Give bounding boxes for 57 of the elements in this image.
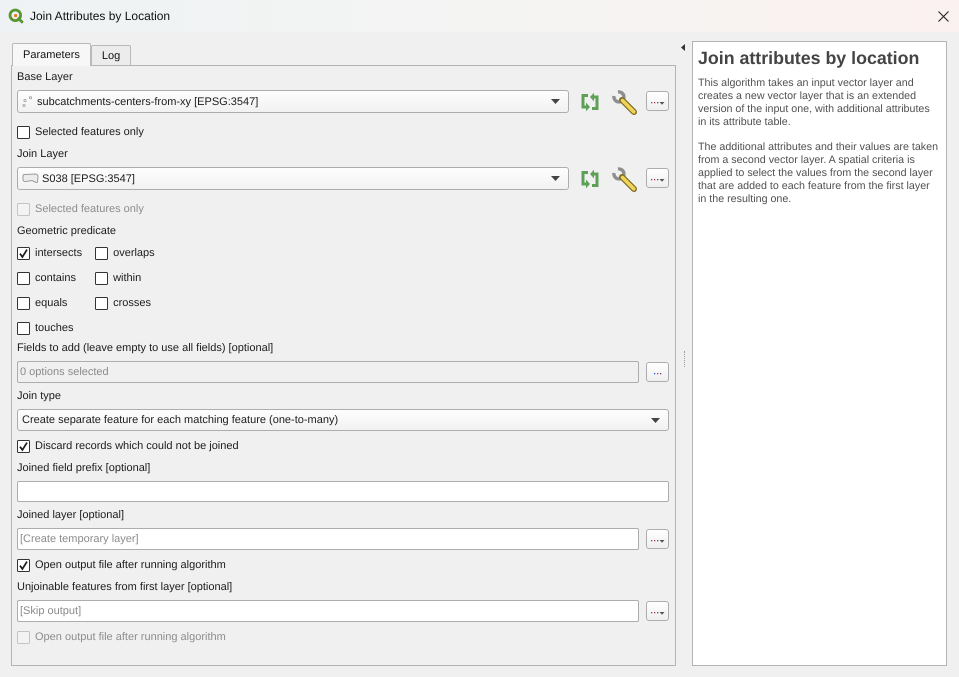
caret-icon — [551, 99, 560, 104]
parameter-label: Unjoinable features from first layer [optional] — [17, 580, 234, 594]
text-input-field[interactable] — [17, 481, 670, 502]
checkbox-option[interactable]: within — [95, 269, 155, 287]
tab[interactable]: Log — [90, 45, 132, 65]
checkbox-icon[interactable] — [17, 272, 30, 284]
browse-button[interactable] — [646, 168, 670, 188]
checkbox-icon[interactable] — [17, 296, 30, 310]
checkbox-option[interactable]: contains — [17, 269, 82, 287]
checkbox-icon[interactable] — [17, 440, 30, 452]
browse-button[interactable] — [646, 601, 670, 621]
output-path-field[interactable]: [Create temporary layer] — [17, 528, 640, 550]
polygon-layer-icon — [22, 173, 39, 184]
wrench-icon[interactable] — [612, 167, 638, 192]
parameter-label: Join type — [17, 389, 62, 403]
checkbox-option[interactable]: Open output file after running algorithm — [17, 556, 670, 574]
checkbox-option[interactable]: Discard records which could not be joined — [17, 437, 670, 455]
checkbox-icon[interactable] — [17, 558, 30, 572]
checkbox-icon[interactable] — [95, 296, 108, 310]
layer-combo[interactable]: S038 [EPSG:3547] — [17, 167, 570, 190]
parameter-label: Geometric predicate — [17, 224, 118, 238]
join-type-combo[interactable]: Create separate feature for each matching feature (one-to-many) — [17, 409, 670, 431]
checkbox-option[interactable]: overlaps — [95, 244, 155, 262]
checkbox-icon[interactable] — [95, 246, 108, 260]
checkbox-icon[interactable] — [95, 272, 108, 284]
checkbox-option[interactable]: touches — [17, 319, 82, 337]
browse-button[interactable] — [646, 91, 670, 111]
browse-button[interactable] — [646, 529, 670, 549]
layer-combo[interactable]: subcatchments-centers-from-xy [EPSG:3547] — [17, 90, 570, 113]
parameter-label: Base Layer — [17, 70, 74, 84]
checkbox-option[interactable]: intersects — [17, 244, 82, 262]
checkbox-icon[interactable] — [17, 246, 30, 260]
help-title: Join attributes by location — [698, 47, 920, 69]
help-paragraph: The additional attributes and their values are taken from a second vector layer. A spatial criteria is applied to select the values from the second layer that are added to each feature from the first layer in the resulting one. — [698, 141, 940, 206]
app-logo-icon — [8, 8, 24, 24]
splitter-handle[interactable] — [684, 350, 685, 366]
cycle-arrows-icon[interactable] — [579, 92, 602, 112]
parameter-label: Fields to add (leave empty to use all fields) [optional] — [17, 341, 274, 355]
parameter-label: Joined field prefix [optional] — [17, 461, 152, 475]
help-paragraph: This algorithm takes an input vector layer and creates a new vector layer that is an extended version of the input one, with additional attributes in its attribute table. — [698, 77, 931, 129]
checkbox-option[interactable]: Selected features only — [17, 123, 670, 141]
checkbox-option[interactable]: equals — [17, 294, 82, 312]
parameter-label: Joined layer [optional] — [17, 508, 126, 522]
window-title: Join Attributes by Location — [30, 9, 172, 23]
collapse-arrow-icon[interactable] — [680, 44, 685, 51]
parameter-label: Join Layer — [17, 147, 69, 161]
caret-icon — [551, 176, 560, 181]
point-layer-icon — [22, 96, 34, 108]
close-icon[interactable] — [938, 10, 949, 22]
checkbox-icon[interactable] — [17, 322, 30, 334]
caret-icon — [651, 418, 660, 422]
checkbox-option[interactable]: crosses — [95, 294, 155, 312]
wrench-icon[interactable] — [612, 90, 638, 115]
checkbox-icon[interactable] — [17, 126, 30, 138]
tab[interactable]: Parameters — [12, 43, 91, 66]
output-path-field[interactable]: [Skip output] — [17, 600, 640, 622]
cycle-arrows-icon[interactable] — [579, 169, 602, 189]
